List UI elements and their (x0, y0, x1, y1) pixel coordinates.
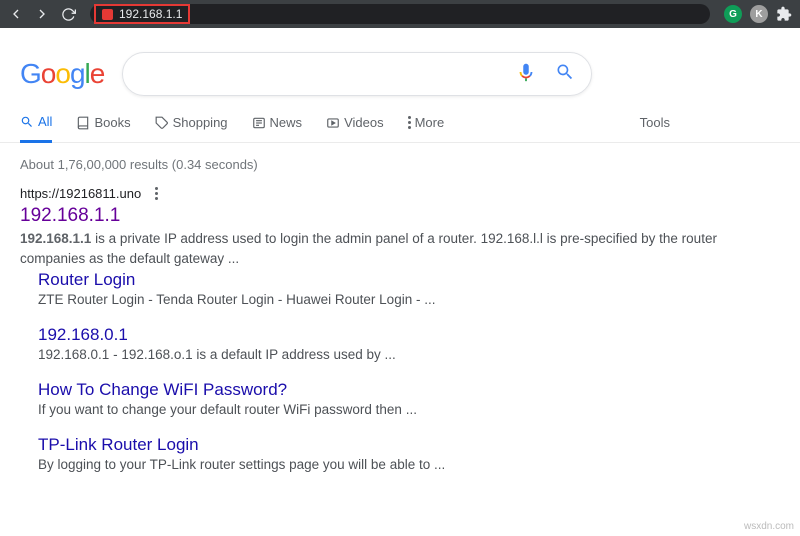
address-bar[interactable]: 192.168.1.1 (90, 4, 710, 24)
tab-news[interactable]: News (252, 115, 303, 141)
tab-more[interactable]: More (408, 115, 445, 141)
sitelink: Router Login ZTE Router Login - Tenda Ro… (38, 270, 780, 325)
url-text: 192.168.1.1 (119, 7, 182, 21)
tab-label: News (270, 115, 303, 130)
tools-button[interactable]: Tools (640, 115, 670, 141)
search-header: Google (0, 28, 800, 96)
book-icon (76, 116, 90, 130)
sitelink-snippet: If you want to change your default route… (38, 402, 780, 417)
search-tabs: All Books Shopping News Videos More Tool… (0, 96, 800, 143)
profile-icon[interactable]: K (750, 5, 768, 23)
sitelinks: Router Login ZTE Router Login - Tenda Ro… (20, 270, 780, 490)
sitelink-snippet: By logging to your TP-Link router settin… (38, 457, 780, 472)
not-secure-icon (102, 9, 113, 20)
watermark: wsxdn.com (744, 521, 794, 532)
grammarly-icon[interactable]: G (724, 5, 742, 23)
tab-books[interactable]: Books (76, 115, 130, 141)
url-highlight: 192.168.1.1 (94, 4, 190, 24)
sitelink-title[interactable]: Router Login (38, 270, 780, 292)
result-url[interactable]: https://19216811.uno (20, 186, 141, 201)
tab-label: Videos (344, 115, 384, 130)
result-menu-icon[interactable] (155, 187, 158, 200)
tag-icon (155, 116, 169, 130)
tab-videos[interactable]: Videos (326, 115, 384, 141)
search-input[interactable] (122, 52, 592, 96)
sitelink: How To Change WiFI Password? If you want… (38, 380, 780, 435)
result-stats: About 1,76,00,000 results (0.34 seconds) (0, 143, 800, 186)
extensions-icon[interactable] (776, 6, 792, 22)
result-title[interactable]: 192.168.1.1 (20, 201, 780, 229)
result-url-row: https://19216811.uno (20, 186, 780, 201)
sitelink-title[interactable]: How To Change WiFI Password? (38, 380, 780, 402)
tab-label: More (415, 115, 445, 130)
video-icon (326, 116, 340, 130)
tab-shopping[interactable]: Shopping (155, 115, 228, 141)
browser-toolbar: 192.168.1.1 G K (0, 0, 800, 28)
search-result: https://19216811.uno 192.168.1.1 192.168… (0, 186, 800, 510)
search-icon (20, 115, 34, 129)
tab-all[interactable]: All (20, 114, 52, 143)
news-icon (252, 116, 266, 130)
reload-icon[interactable] (60, 6, 76, 22)
google-logo[interactable]: Google (20, 58, 104, 90)
search-icon[interactable] (555, 62, 575, 87)
sitelink-snippet: 192.168.0.1 - 192.168.o.1 is a default I… (38, 347, 780, 362)
tab-label: Shopping (173, 115, 228, 130)
back-icon[interactable] (8, 6, 24, 22)
tab-label: Books (94, 115, 130, 130)
result-snippet: 192.168.1.1 is a private IP address used… (20, 229, 780, 270)
voice-search-icon[interactable] (515, 61, 537, 88)
forward-icon[interactable] (34, 6, 50, 22)
sitelink-snippet: ZTE Router Login - Tenda Router Login - … (38, 292, 780, 307)
sitelink: 192.168.0.1 192.168.0.1 - 192.168.o.1 is… (38, 325, 780, 380)
sitelink-title[interactable]: TP-Link Router Login (38, 435, 780, 457)
extension-icons: G K (724, 5, 792, 23)
sitelink-title[interactable]: 192.168.0.1 (38, 325, 780, 347)
sitelink: TP-Link Router Login By logging to your … (38, 435, 780, 490)
more-dots-icon (408, 116, 411, 129)
tab-label: All (38, 114, 52, 129)
tools-label: Tools (640, 115, 670, 130)
